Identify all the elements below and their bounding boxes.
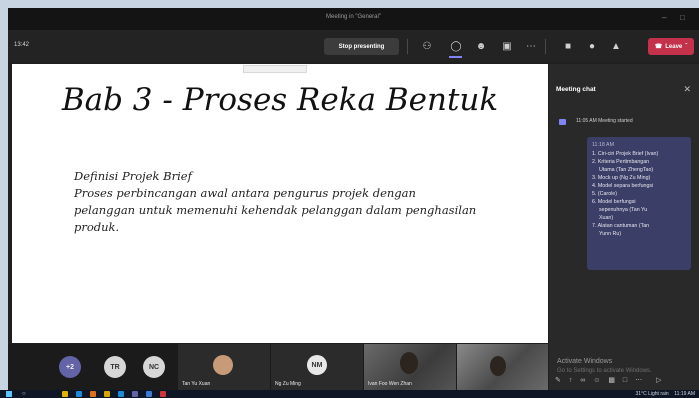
avatar: NM bbox=[307, 355, 327, 375]
profile-photo bbox=[213, 355, 233, 375]
self-face bbox=[490, 356, 506, 376]
format-icon[interactable]: ✎ bbox=[555, 377, 561, 384]
participants-icon[interactable]: ⚇ bbox=[420, 39, 434, 53]
windows-taskbar: ○ 31°C Light rain 11:19 AM bbox=[0, 390, 699, 398]
app-icon[interactable] bbox=[90, 391, 96, 397]
stop-presenting-button[interactable]: Stop presenting bbox=[324, 38, 399, 55]
participant-name: Ng Zu Ming bbox=[275, 381, 301, 387]
divider bbox=[407, 39, 408, 54]
app-icon[interactable] bbox=[118, 391, 124, 397]
app-icon[interactable] bbox=[160, 391, 166, 397]
windows-start-icon[interactable] bbox=[6, 391, 12, 397]
leave-button[interactable]: ☎ Leave ˇ bbox=[648, 38, 694, 55]
more-options-icon[interactable]: ⋯ bbox=[524, 39, 538, 53]
meeting-started-event: 11:05 AM Meeting started bbox=[576, 118, 633, 124]
share-screen-icon[interactable]: ▲ bbox=[609, 39, 623, 53]
app-icon[interactable] bbox=[104, 391, 110, 397]
message-line: 7. Alatan cantuman (Tan bbox=[592, 223, 650, 229]
compose-toolbar: ✎ ↑ ∞ ☺ ▩ □ ⋯ ▷ bbox=[555, 376, 695, 388]
title-bar: Meeting in "General" – □ bbox=[8, 8, 699, 30]
self-video[interactable] bbox=[457, 344, 548, 390]
rooms-icon[interactable]: ▣ bbox=[500, 39, 514, 53]
activation-watermark-subtitle: Go to Settings to activate Windows. bbox=[557, 368, 652, 374]
participant-tile[interactable]: Tan Yu Xuan bbox=[178, 344, 270, 390]
participant-name: Tan Yu Xuan bbox=[182, 381, 211, 387]
message-line: Xuan) bbox=[599, 215, 614, 221]
message-line: Utama (Tan ZhengTao) bbox=[599, 167, 654, 173]
message-line: Yunn Ru) bbox=[599, 231, 622, 237]
microphone-icon[interactable]: ● bbox=[585, 39, 599, 53]
participants-bar: +2 TR NC Tan Yu Xuan NM Ng Zu Ming Ivan … bbox=[8, 344, 548, 390]
chat-active-indicator bbox=[449, 56, 462, 58]
send-icon[interactable]: ▷ bbox=[656, 377, 661, 384]
avatar[interactable]: TR bbox=[104, 356, 126, 378]
app-icon[interactable] bbox=[146, 391, 152, 397]
participant-video[interactable]: Ivan Foo Wen Zhan bbox=[364, 344, 456, 390]
message-line: 1. Ciri-ciri Projek Brief (Ivan) bbox=[592, 151, 659, 157]
message-line: 2. Kriteria Pertimbangan bbox=[592, 159, 650, 165]
meeting-event-icon bbox=[559, 119, 566, 125]
message-line: 4. Model separa berfungsi bbox=[592, 183, 654, 189]
participant-face bbox=[400, 352, 418, 374]
slide-heading: Definisi Projek Brief bbox=[74, 169, 192, 183]
chevron-down-icon: ˇ bbox=[685, 43, 688, 50]
system-tray: 31°C Light rain 11:19 AM bbox=[636, 390, 695, 398]
phone-icon: ☎ bbox=[654, 44, 663, 50]
leave-label: Leave bbox=[665, 43, 683, 50]
teams-icon[interactable] bbox=[132, 391, 138, 397]
reactions-icon[interactable]: ☻ bbox=[474, 39, 488, 53]
window-title: Meeting in "General" bbox=[326, 14, 381, 20]
participant-tile[interactable]: NM Ng Zu Ming bbox=[271, 344, 363, 390]
message-line: sepenuhnya (Tan Yu bbox=[599, 207, 648, 213]
participant-name: Ivan Foo Wen Zhan bbox=[368, 381, 412, 387]
app-icon[interactable] bbox=[76, 391, 82, 397]
meeting-chat-panel: Meeting chat ✕ 11:05 AM Meeting started … bbox=[549, 64, 699, 390]
shared-slide: Bab 3 - Proses Reka Bentuk Definisi Proj… bbox=[12, 64, 548, 343]
search-icon[interactable]: ○ bbox=[22, 390, 26, 398]
meeting-timer: 13:42 bbox=[14, 42, 30, 48]
weather-status[interactable]: 31°C Light rain bbox=[636, 391, 669, 397]
chat-header: Meeting chat bbox=[556, 86, 596, 93]
message-line: 5. (Carole) bbox=[592, 191, 618, 197]
sticker-icon[interactable]: □ bbox=[623, 377, 627, 384]
emoji-icon[interactable]: ☺ bbox=[593, 377, 600, 384]
meeting-toolbar: 13:42 Stop presenting ⚇ ◯ ☻ ▣ ⋯ ■ ● ▲ ☎ … bbox=[8, 30, 699, 62]
slide-line: produk. bbox=[74, 220, 120, 234]
activation-watermark-title: Activate Windows bbox=[557, 358, 613, 365]
more-icon[interactable]: ⋯ bbox=[635, 377, 642, 384]
loop-icon[interactable]: ∞ bbox=[580, 377, 585, 384]
maximize-icon[interactable]: □ bbox=[680, 13, 685, 22]
chat-message: 11:18 AM 1. Ciri-ciri Projek Brief (Ivan… bbox=[587, 137, 691, 270]
app-icon[interactable] bbox=[62, 391, 68, 397]
slide-body: Definisi Projek Brief Proses perbincanga… bbox=[74, 168, 524, 236]
camera-icon[interactable]: ■ bbox=[561, 39, 575, 53]
divider bbox=[545, 39, 546, 54]
minimize-icon[interactable]: – bbox=[662, 13, 666, 22]
slide-title: Bab 3 - Proses Reka Bentuk bbox=[61, 82, 499, 118]
message-line: 6. Model berfungsi bbox=[592, 199, 636, 205]
message-time: 11:18 AM bbox=[592, 142, 614, 148]
teams-window: Meeting in "General" – □ 13:42 Stop pres… bbox=[8, 8, 699, 390]
slide-line: pelanggan untuk memenuhi kehendak pelang… bbox=[74, 203, 477, 217]
gif-icon[interactable]: ▩ bbox=[608, 377, 615, 384]
close-icon[interactable]: ✕ bbox=[683, 84, 691, 95]
slide-line: Proses perbincangan awal antara pengurus… bbox=[74, 186, 416, 200]
more-participants-badge[interactable]: +2 bbox=[59, 356, 81, 378]
chat-icon[interactable]: ◯ bbox=[449, 39, 463, 53]
avatar[interactable]: NC bbox=[143, 356, 165, 378]
attach-icon[interactable]: ↑ bbox=[569, 377, 573, 384]
presenter-toolbar[interactable] bbox=[243, 65, 307, 73]
message-line: 3. Mock up (Ng Zu Ming) bbox=[592, 175, 651, 181]
clock[interactable]: 11:19 AM bbox=[674, 391, 695, 397]
